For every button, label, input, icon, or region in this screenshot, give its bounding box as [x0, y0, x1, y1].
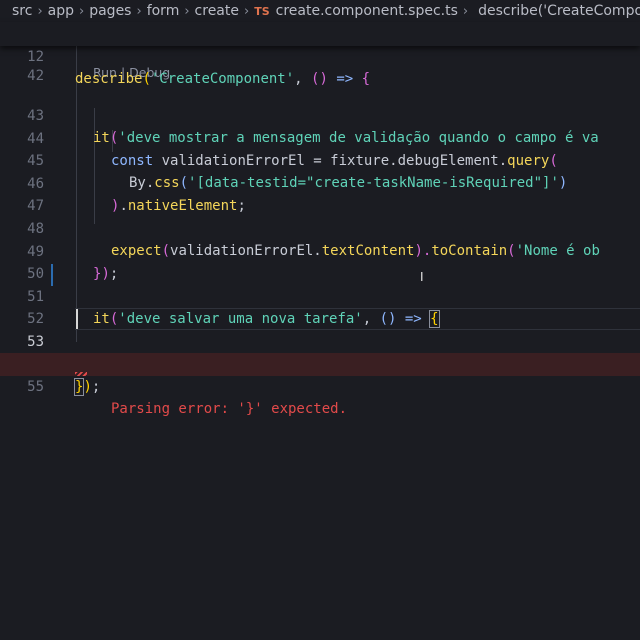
code-line: 52: [0, 285, 640, 327]
error-squiggle[interactable]: [75, 372, 87, 376]
code-text: });: [73, 378, 101, 397]
sticky-scroll-header[interactable]: 12 describe('CreateComponent', () => {: [0, 22, 640, 88]
breadcrumb-item-app[interactable]: app: [48, 3, 74, 19]
breadcrumb-item-file[interactable]: create.component.spec.ts: [276, 3, 458, 19]
code-line: 48 expect(validationErrorEl.textContent)…: [0, 195, 640, 260]
breadcrumb-item-src[interactable]: src: [12, 3, 32, 19]
code-line: 44 const validationErrorEl = fixture.deb…: [0, 105, 640, 170]
code-line[interactable]: 53: [0, 308, 640, 350]
code-line: 46 ).nativeElement;: [0, 150, 640, 215]
breadcrumb-item-pages[interactable]: pages: [89, 3, 131, 19]
code-line: 50: [0, 240, 640, 282]
line-number: 12: [27, 48, 44, 65]
code-line: 45 By.css('[data-testid="create-taskName…: [0, 127, 640, 192]
chevron-right-icon: ›: [244, 3, 250, 19]
inline-error-message[interactable]: Parsing error: '}' expected.: [111, 398, 347, 421]
breadcrumb-item-create[interactable]: create: [195, 3, 239, 19]
code-text: describe('CreateComponent', () => {: [75, 71, 371, 88]
mouse-text-cursor-icon: I: [420, 270, 424, 284]
chevron-right-icon: ›: [79, 3, 85, 19]
typescript-file-icon: TS: [254, 4, 270, 18]
code-line: 12 describe('CreateComponent', () => {: [0, 23, 640, 88]
line-number: 55: [27, 378, 44, 395]
chevron-right-icon: ›: [184, 3, 190, 19]
chevron-right-icon: ›: [37, 3, 43, 19]
code-line: 55 Parsing error: '}' expected.: [0, 353, 640, 418]
breadcrumb-item-form[interactable]: form: [147, 3, 180, 19]
code-line: 49 });: [0, 218, 640, 283]
chevron-right-icon: ›: [136, 3, 142, 19]
code-line: 54 });: [0, 331, 640, 397]
code-line: 47: [0, 172, 640, 214]
breadcrumb: src › app › pages › form › create › TS c…: [0, 0, 640, 22]
breadcrumb-item-symbol[interactable]: describe('CreateComponent': [478, 3, 640, 19]
chevron-right-icon: ›: [462, 3, 469, 19]
code-line: 51 it('deve salvar uma nova tarefa', () …: [0, 263, 640, 329]
